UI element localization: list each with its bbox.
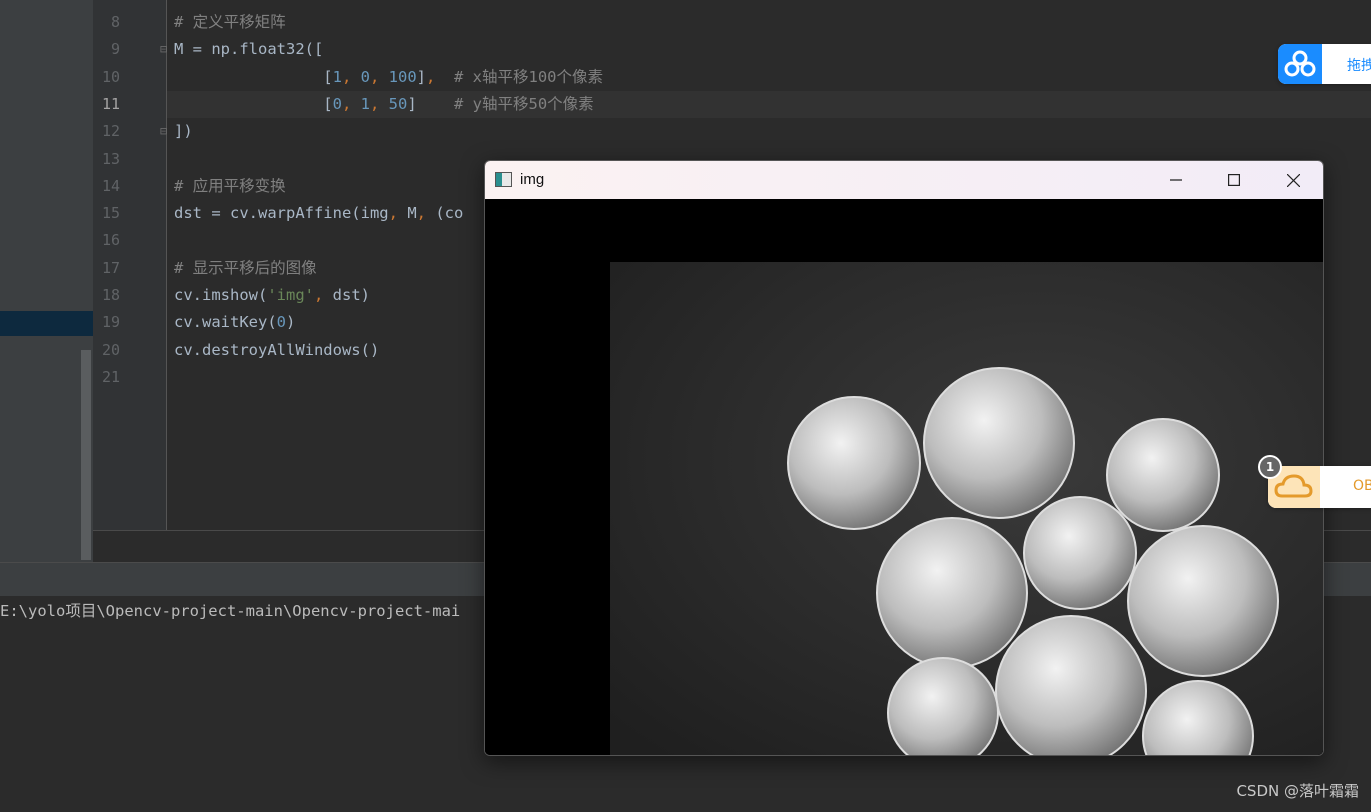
run-console-path: E:\yolo项目\Opencv-project-main\Opencv-pro… [0,602,461,620]
coin [1127,525,1279,677]
code-token: 1 [360,95,370,113]
code-line[interactable]: # 应用平移变换 [174,173,286,200]
code-token: cv.waitKey( [174,313,277,331]
code-token: # 显示平移后的图像 [174,259,317,277]
line-number: 17 [101,259,120,277]
code-token: 0 [332,95,342,113]
code-token: # y轴平移50个像素 [454,95,594,113]
coin [887,657,999,755]
baidu-netdisk-widget[interactable]: 拖拽 [1278,44,1371,84]
code-token: dst = cv.warpAffine(img [174,204,389,222]
line-number: 14 [101,177,120,195]
window-title: img [520,171,545,188]
code-token: 'img' [267,286,314,304]
code-token: cv.imshow( [174,286,268,304]
cloud-widget-label: OB [1353,478,1371,494]
code-line[interactable]: [0, 1, 50] # y轴平移50个像素 [174,91,594,118]
code-line[interactable]: cv.imshow('img', dst) [174,282,370,309]
line-number: 19 [101,313,120,331]
code-token: ]) [174,122,193,140]
line-number: 9 [110,40,120,58]
baidu-cloud-icon [1278,44,1322,84]
code-token: ) [286,313,296,331]
code-line[interactable]: # 定义平移矩阵 [174,9,286,36]
code-token: 0 [360,68,370,86]
project-selected-row[interactable] [0,311,93,336]
fold-marker-icon[interactable]: ⊟ [160,36,170,63]
code-line[interactable]: ]) [174,118,193,145]
line-number: 11 [101,95,120,113]
code-token: [ [174,95,333,113]
csdn-watermark: CSDN @落叶霜霜 [1236,782,1359,800]
coin [1106,418,1220,532]
opencv-image-window[interactable]: img [484,160,1324,756]
gutter-divider [166,0,167,530]
app-icon [495,172,512,187]
code-line[interactable]: # 显示平移后的图像 [174,255,317,282]
code-line[interactable]: cv.waitKey(0) [174,309,295,336]
line-number: 21 [101,368,120,386]
code-token: 100 [388,68,417,86]
code-token: M [407,204,417,222]
coin [995,615,1147,755]
code-token: dst) [332,286,370,304]
notification-badge: 1 [1258,455,1282,479]
code-token: (co [435,204,464,222]
code-token: # 应用平移变换 [174,177,286,195]
code-token: 1 [332,68,342,86]
coin [1023,496,1137,610]
code-line[interactable]: dst = cv.warpAffine(img, M, (co [174,200,463,227]
code-token: ] [416,68,427,86]
line-number: 12 [101,122,120,140]
line-number: 20 [101,341,120,359]
code-token: , [341,95,361,113]
line-number: 13 [101,150,120,168]
code-line[interactable]: M = np.float32([ [174,36,323,63]
close-button[interactable] [1264,161,1322,199]
close-icon [1286,173,1300,187]
code-token: # 定义平移矩阵 [174,13,286,31]
code-token: , [388,204,408,222]
maximize-icon [1228,174,1240,186]
window-titlebar[interactable]: img [485,161,1323,199]
code-token: 0 [276,313,286,331]
line-number: 18 [101,286,120,304]
code-token: # x轴平移100个像素 [435,68,604,86]
coin [787,396,921,530]
baidu-widget-label: 拖拽 [1347,58,1371,74]
cloud-sync-widget[interactable]: OB [1268,466,1371,508]
project-panel [0,0,93,562]
line-number: 16 [101,231,120,249]
code-token: , [341,68,361,86]
line-number: 10 [101,68,120,86]
code-token: , [370,68,389,86]
fold-marker-icon[interactable]: ⊟ [160,118,170,145]
line-number: 8 [110,13,120,31]
coin [923,367,1075,519]
code-token: , [370,95,389,113]
maximize-button[interactable] [1205,161,1263,199]
translated-image [485,199,1323,755]
code-token: , [426,68,436,86]
code-token: cv.destroyAllWindows() [174,341,380,359]
line-number: 15 [101,204,120,222]
minimize-button[interactable] [1147,161,1205,199]
code-line[interactable]: cv.destroyAllWindows() [174,337,379,364]
code-token: M = np.float32([ [174,40,324,58]
project-scrollbar[interactable] [81,350,91,560]
coin [876,517,1028,669]
code-token: [ [174,68,333,86]
code-token: , [314,286,333,304]
code-line[interactable]: [1, 0, 100], # x轴平移100个像素 [174,64,603,91]
code-token: ] [407,95,455,113]
code-token: , [416,204,436,222]
image-canvas [485,199,1323,755]
code-token: 50 [388,95,408,113]
minimize-icon [1170,179,1182,181]
